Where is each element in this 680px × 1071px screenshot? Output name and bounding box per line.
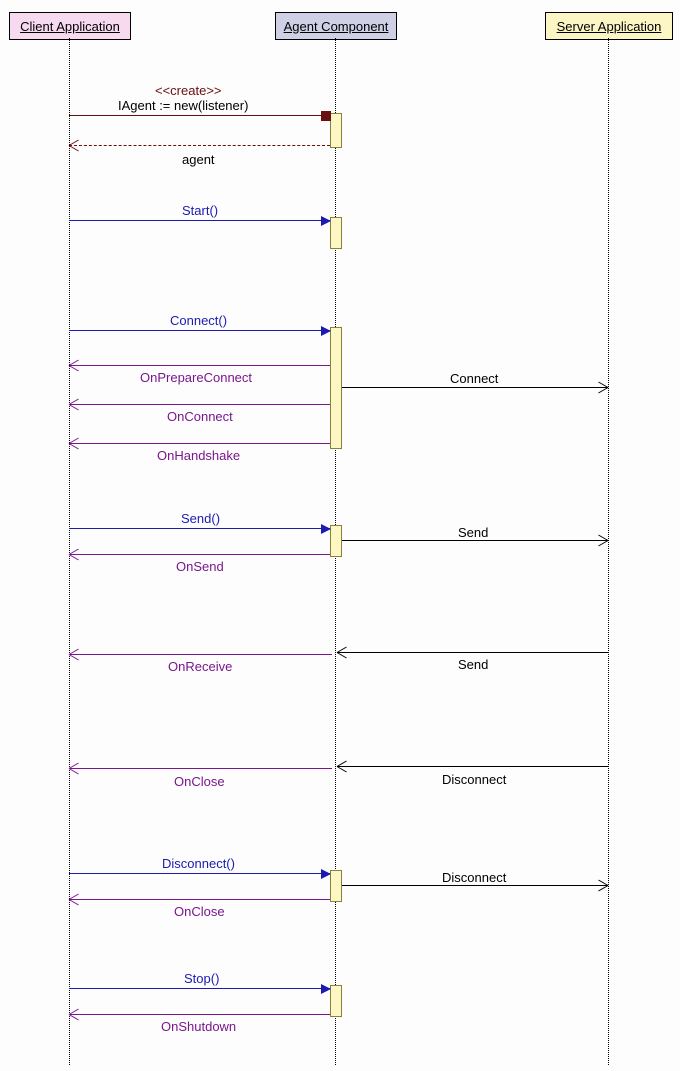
activation-create — [330, 113, 342, 148]
activation-start — [330, 217, 342, 249]
message-onshutdown — [69, 1014, 330, 1015]
message-connect-to-server — [342, 387, 608, 388]
message-disconnect-to-server — [342, 885, 608, 886]
message-label-server-send: Send — [458, 657, 488, 672]
message-label-onsend: OnSend — [176, 559, 224, 574]
activation-stop — [330, 985, 342, 1017]
activation-disconnect — [330, 870, 342, 902]
participant-label: Client Application — [20, 19, 120, 34]
message-create-return — [69, 145, 330, 146]
participant-label: Server Application — [557, 19, 662, 34]
message-label-disconnect-to-server: Disconnect — [442, 870, 506, 885]
message-connect-call — [69, 330, 330, 331]
message-server-send — [337, 652, 608, 653]
message-stop-call — [69, 988, 330, 989]
participant-server: Server Application — [545, 12, 673, 40]
message-onsend — [69, 554, 330, 555]
lifeline-server — [608, 38, 609, 1065]
activation-send — [330, 525, 342, 557]
message-server-disconnect — [337, 766, 608, 767]
message-label-onhandshake: OnHandshake — [157, 448, 240, 463]
message-label-create-return: agent — [182, 152, 215, 167]
sequence-diagram: { "participants": { "client": { "label":… — [0, 0, 680, 1071]
message-label-connect-to-server: Connect — [450, 371, 498, 386]
message-start-call — [69, 220, 330, 221]
participant-label: Agent Component — [284, 19, 389, 34]
message-label-onshutdown: OnShutdown — [161, 1019, 236, 1034]
message-label-stereotype: <<create>> — [155, 83, 222, 98]
message-onclose2 — [69, 899, 330, 900]
message-onclose — [69, 768, 332, 769]
message-label-onclose: OnClose — [174, 774, 225, 789]
participant-client: Client Application — [9, 12, 131, 40]
message-label-connect-call: Connect() — [170, 313, 227, 328]
message-label-server-disconnect: Disconnect — [442, 772, 506, 787]
message-onconnect — [69, 404, 330, 405]
message-label-disconnect-call: Disconnect() — [162, 856, 235, 871]
message-onprepareconnect — [69, 365, 330, 366]
message-send-to-server — [342, 540, 608, 541]
message-label-send-call: Send() — [181, 511, 220, 526]
message-label-stop-call: Stop() — [184, 971, 219, 986]
message-onreceive — [69, 654, 332, 655]
participant-agent: Agent Component — [275, 12, 397, 40]
message-onhandshake — [69, 443, 330, 444]
message-label-create-call: IAgent := new(listener) — [118, 98, 248, 113]
message-send-call — [69, 528, 330, 529]
message-label-send-to-server: Send — [458, 525, 488, 540]
message-disconnect-call — [69, 873, 330, 874]
activation-connect — [330, 327, 342, 449]
message-label-onreceive: OnReceive — [168, 659, 232, 674]
message-label-onprepareconnect: OnPrepareConnect — [140, 370, 252, 385]
message-label-start-call: Start() — [182, 203, 218, 218]
message-stereotype — [69, 115, 330, 116]
message-label-onconnect: OnConnect — [167, 409, 233, 424]
message-label-onclose2: OnClose — [174, 904, 225, 919]
